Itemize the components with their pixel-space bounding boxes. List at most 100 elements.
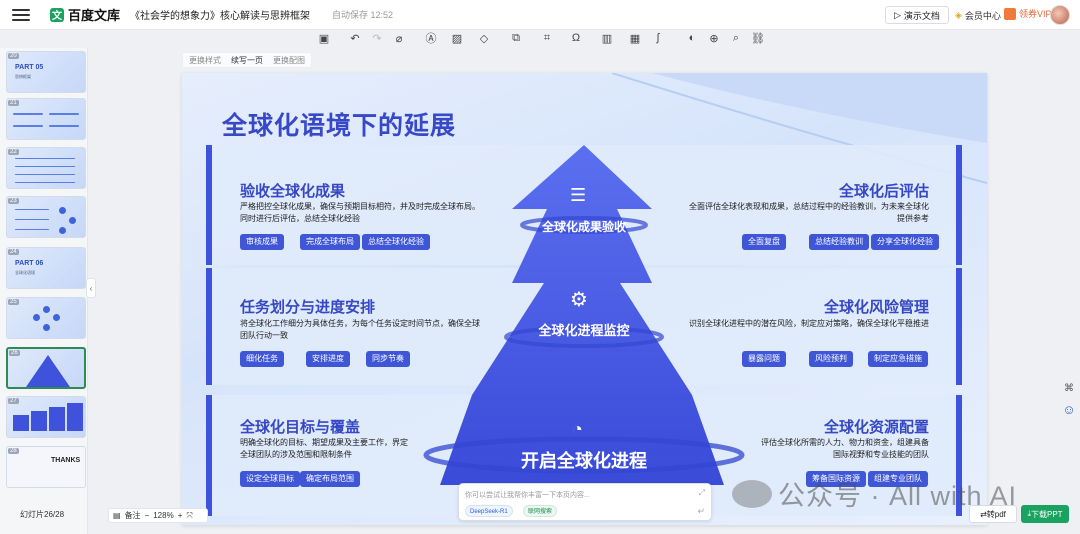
member-center-button[interactable]: ◈ 会员中心 bbox=[955, 9, 1001, 22]
section-heading[interactable]: 全球化后评估 bbox=[839, 180, 929, 201]
web-search-chip[interactable]: 联网搜索 bbox=[523, 505, 558, 517]
tag[interactable]: 设定全球目标 bbox=[240, 471, 300, 487]
slide-thumbnail[interactable]: 20 PART 05 思辨框架 bbox=[6, 51, 86, 93]
formula-icon[interactable]: ∫ bbox=[650, 30, 666, 46]
slide-thumbnail[interactable]: 23 bbox=[6, 196, 86, 238]
slide-thumbnail-panel: 20 PART 05 思辨框架 21 22 23 24 PART 06 全球化语… bbox=[0, 48, 88, 534]
download-ppt-button[interactable]: ⤓ 下载PPT bbox=[1021, 505, 1069, 523]
avatar[interactable] bbox=[1050, 5, 1070, 25]
slide-thumbnail[interactable]: 28 THANKS bbox=[6, 446, 86, 488]
deepseek-chip[interactable]: DeepSeek-R1 bbox=[465, 505, 513, 517]
brand-name: 百度文库 bbox=[68, 8, 121, 23]
pyramid-label-base[interactable]: 开启全球化进程 bbox=[504, 447, 664, 473]
slide-number: 24 bbox=[8, 249, 19, 255]
ai-chat-box[interactable]: 你可以尝试让我帮你丰富一下本页内容... DeepSeek-R1 联网搜索 ⤢ … bbox=[458, 483, 712, 521]
undo-icon[interactable]: ↶ bbox=[347, 30, 363, 46]
section-heading[interactable]: 任务划分与进度安排 bbox=[240, 296, 375, 317]
table-icon[interactable]: ▦ bbox=[627, 30, 643, 46]
tag[interactable]: 全面复盘 bbox=[742, 234, 786, 250]
gift-icon bbox=[1004, 7, 1016, 20]
section-description[interactable]: 全面评估全球化表现和成果，总结过程中的经验教训，为未来全球化提供参考 bbox=[689, 201, 929, 225]
change-style-button[interactable]: 更换样式 bbox=[189, 55, 221, 66]
zoom-bar: ▤ 备注 − 128% + ⤧ bbox=[108, 508, 208, 523]
tag[interactable]: 制定应急措施 bbox=[868, 351, 928, 367]
pyramid-label-middle[interactable]: 全球化进程监控 bbox=[524, 320, 644, 339]
format-painter-icon[interactable]: ⌀ bbox=[391, 30, 407, 46]
layers-icon[interactable]: ⧉ bbox=[508, 30, 524, 46]
wechat-icon bbox=[732, 479, 772, 508]
zoom-out-button[interactable]: − bbox=[145, 511, 150, 520]
pyramid-label-top[interactable]: 全球化成果验收 bbox=[534, 218, 634, 235]
section-heading[interactable]: 验收全球化成果 bbox=[240, 180, 345, 201]
change-image-button[interactable]: 更换配图 bbox=[273, 55, 305, 66]
tag[interactable]: 同步节奏 bbox=[366, 351, 410, 367]
add-circle-icon[interactable]: ⊕ bbox=[706, 30, 722, 46]
zoom-in-button[interactable]: + bbox=[178, 511, 183, 520]
save-icon[interactable]: ▣ bbox=[316, 30, 332, 46]
collapse-sidebar-button[interactable]: ‹ bbox=[86, 278, 96, 298]
section-description[interactable]: 将全球化工作细分为具体任务，为每个任务设定时间节点，确保全球团队行动一致 bbox=[240, 318, 485, 342]
slide-thumbnail[interactable]: 27 bbox=[6, 396, 86, 438]
chat-input[interactable]: 你可以尝试让我帮你丰富一下本页内容... bbox=[465, 490, 590, 500]
tag[interactable]: 安排进度 bbox=[306, 351, 350, 367]
vip-coupon-button[interactable]: 领券VIP bbox=[1004, 7, 1052, 20]
document-title[interactable]: 《社会学的想象力》核心解读与思辨框架 bbox=[130, 7, 310, 22]
tag[interactable]: 细化任务 bbox=[240, 351, 284, 367]
thumb-title: THANKS bbox=[51, 457, 81, 464]
tag[interactable]: 暴露问题 bbox=[742, 351, 786, 367]
slide-thumbnail[interactable]: 25 bbox=[6, 297, 86, 339]
search-icon[interactable]: ⌕ bbox=[728, 30, 744, 46]
present-button[interactable]: ▷ 演示文档 bbox=[885, 6, 949, 24]
play-icon: ▷ bbox=[894, 9, 901, 20]
slide-thumbnail[interactable]: 24 PART 06 全球化语境 bbox=[6, 247, 86, 289]
present-label: 演示文档 bbox=[903, 10, 940, 21]
expand-icon[interactable]: ⤢ bbox=[699, 488, 705, 498]
symbol-icon[interactable]: Ω bbox=[568, 30, 584, 46]
section-description[interactable]: 严格把控全球化成果，确保与预期目标相符，并及时完成全球布局。同时进行后评估，总结… bbox=[240, 201, 485, 225]
slide-thumbnail-selected[interactable]: 26 bbox=[6, 347, 86, 389]
fit-screen-icon[interactable]: ⤧ bbox=[186, 511, 192, 521]
send-icon[interactable]: ↵ bbox=[697, 506, 705, 517]
tag[interactable]: 总结全球化经验 bbox=[362, 234, 430, 250]
shape-icon[interactable]: ◇ bbox=[476, 30, 492, 46]
section-heading[interactable]: 全球化风险管理 bbox=[824, 296, 929, 317]
tag[interactable]: 确定布局范围 bbox=[300, 471, 360, 487]
gear-icon: ⚙ bbox=[570, 289, 588, 311]
section-heading[interactable]: 全球化资源配置 bbox=[824, 416, 929, 437]
image-icon[interactable]: ▨ bbox=[449, 30, 465, 46]
tag[interactable]: 分享全球化经验 bbox=[871, 234, 939, 250]
brand[interactable]: 文 百度文库 bbox=[50, 5, 120, 24]
crop-icon[interactable]: ⌗ bbox=[539, 30, 555, 46]
redo-icon[interactable]: ↷ bbox=[369, 30, 385, 46]
link-icon[interactable]: ⛓ bbox=[750, 30, 766, 46]
convert-pdf-button[interactable]: ⇄ 转pdf bbox=[969, 505, 1017, 523]
slide-number: 21 bbox=[8, 100, 19, 106]
assistant-icon[interactable]: ☺ bbox=[1062, 402, 1076, 417]
tag[interactable]: 审核成果 bbox=[240, 234, 284, 250]
text-box-icon[interactable]: Ⓐ bbox=[423, 30, 439, 46]
menu-icon[interactable] bbox=[12, 8, 30, 21]
zoom-level: 128% bbox=[153, 511, 174, 520]
notes-button[interactable]: 备注 bbox=[125, 510, 141, 521]
tag[interactable]: 完成全球布局 bbox=[300, 234, 360, 250]
chart-icon[interactable]: ▥ bbox=[599, 30, 615, 46]
section-heading[interactable]: 全球化目标与覆盖 bbox=[240, 416, 360, 437]
slide-edit-bar: 更换样式 续写一页 更换配图 bbox=[182, 52, 312, 68]
tag[interactable]: 风险预判 bbox=[809, 351, 853, 367]
continue-page-button[interactable]: 续写一页 bbox=[231, 55, 263, 66]
shortcut-icon[interactable]: ⌘ bbox=[1062, 381, 1076, 395]
tag[interactable]: 总结经验教训 bbox=[809, 234, 869, 250]
slide-thumbnail[interactable]: 22 bbox=[6, 147, 86, 189]
notes-icon[interactable]: ▤ bbox=[113, 511, 121, 520]
wenku-logo-icon: 文 bbox=[50, 7, 64, 22]
section-description[interactable]: 识别全球化进程中的潜在风险，制定应对策略，确保全球化平稳推进 bbox=[689, 318, 929, 330]
slide-canvas[interactable]: 全球化语境下的延展 ☰ 全球化成果验收 ⚙ 全球化进程监控 ◔ 开启全球化进程 … bbox=[182, 73, 987, 525]
slide-number: 23 bbox=[8, 198, 19, 204]
section-description[interactable]: 明确全球化的目标、期望成果及主要工作，界定全球团队的涉及范围和限制条件 bbox=[240, 437, 410, 461]
palette-icon[interactable]: ◐ bbox=[684, 30, 700, 46]
convert-pdf-label: 转pdf bbox=[986, 509, 1006, 519]
section-description[interactable]: 评估全球化所需的人力、物力和资金，组建具备国际视野和专业技能的团队 bbox=[759, 437, 929, 461]
slide-thumbnail[interactable]: 21 bbox=[6, 98, 86, 140]
slide-number: 25 bbox=[8, 299, 19, 305]
thumb-pyramid bbox=[26, 355, 70, 387]
